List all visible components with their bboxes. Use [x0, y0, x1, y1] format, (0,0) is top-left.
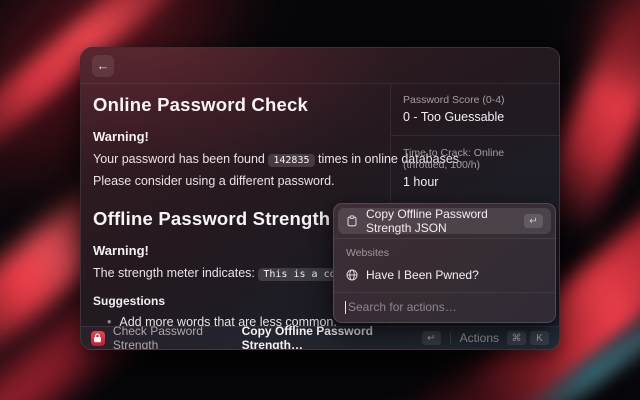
command-name: Check Password Strength	[113, 324, 242, 350]
crack-throttled-value: 1 hour	[403, 175, 547, 189]
status-bar: Check Password Strength Copy Offline Pas…	[81, 326, 559, 349]
text-caret	[345, 301, 346, 314]
online-check-heading: Online Password Check	[93, 94, 376, 116]
action-copy-offline-json[interactable]: Copy Offline Password Strength JSON ↵	[338, 208, 551, 234]
divider	[450, 332, 451, 345]
app-icon	[91, 331, 105, 346]
popup-websites-section: Websites Have I Been Pwned?	[334, 239, 555, 288]
arrow-left-icon: ←	[97, 58, 110, 73]
back-button[interactable]: ←	[92, 55, 114, 77]
status-bar-right: Copy Offline Password Strength… ↵ Action…	[242, 324, 549, 350]
online-found-line: Your password has been found 142835 time…	[93, 152, 376, 166]
window-header: ←	[81, 48, 559, 84]
k-key-badge: K	[530, 331, 549, 345]
websites-section-title: Websites	[338, 241, 551, 262]
score-value: 0 - Too Guessable	[403, 110, 547, 124]
cmd-key-badge: ⌘	[507, 331, 526, 345]
score-label: Password Score (0-4)	[403, 94, 547, 106]
online-advice-line: Please consider using a different passwo…	[93, 174, 376, 188]
enter-key-badge: ↵	[524, 214, 543, 228]
action-have-i-been-pwned[interactable]: Have I Been Pwned?	[338, 262, 551, 288]
actions-search	[334, 292, 555, 321]
globe-icon	[346, 269, 358, 281]
online-warning-title: Warning!	[93, 129, 376, 144]
actions-search-input[interactable]	[348, 300, 544, 314]
actions-menu-button[interactable]: Actions ⌘ K	[460, 331, 549, 345]
divider	[391, 135, 559, 136]
crack-throttled-label: Time to Crack: Online (throttled, 100/h)	[403, 147, 547, 171]
enter-key-badge: ↵	[422, 331, 441, 345]
raycast-window: ← Online Password Check Warning! Your pa…	[80, 47, 560, 350]
lock-icon	[93, 333, 102, 343]
desktop: ← Online Password Check Warning! Your pa…	[0, 0, 640, 400]
actions-popup: Copy Offline Password Strength JSON ↵ We…	[333, 203, 556, 323]
clipboard-icon	[346, 215, 358, 227]
breach-count-badge: 142835	[268, 154, 314, 167]
popup-selected-section: Copy Offline Password Strength JSON ↵	[334, 204, 555, 238]
primary-action-button[interactable]: Copy Offline Password Strength… ↵	[242, 324, 441, 350]
